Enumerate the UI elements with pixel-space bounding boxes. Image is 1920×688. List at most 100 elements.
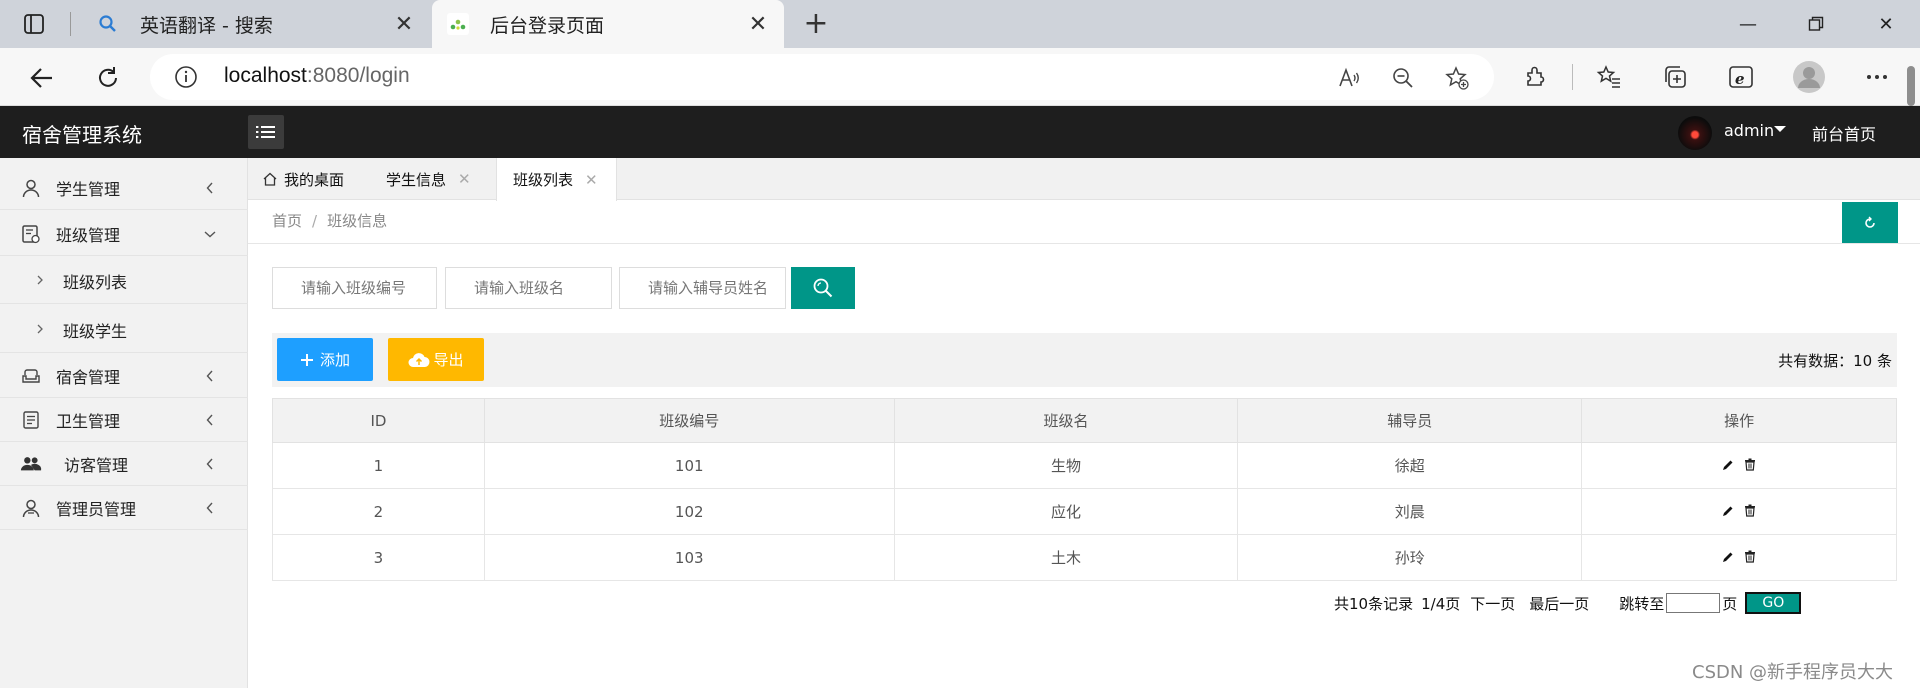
- sidebar-item-dorm[interactable]: 宿舍管理: [0, 354, 248, 398]
- admin-icon: [20, 497, 42, 519]
- export-button-label: 导出: [433, 351, 464, 369]
- users-icon: [20, 453, 42, 475]
- browser-toolbar: localhost:8080/login e: [0, 48, 1920, 154]
- edit-icon[interactable]: [1722, 549, 1734, 567]
- tab-class-list[interactable]: 班级列表 ✕: [496, 158, 617, 201]
- sidebar-item-class[interactable]: 班级管理: [0, 212, 248, 256]
- breadcrumb-current: 班级信息: [327, 212, 388, 230]
- sidebar-item-student[interactable]: 学生管理: [0, 166, 248, 210]
- tab-actions-icon[interactable]: [22, 12, 46, 36]
- restore-icon[interactable]: [1792, 8, 1840, 40]
- content-tab-bar: 我的桌面 学生信息 ✕ 班级列表 ✕: [248, 158, 1920, 201]
- url-text[interactable]: localhost:8080/login: [224, 64, 410, 88]
- class-icon: [20, 223, 42, 245]
- add-favorite-icon[interactable]: [1444, 65, 1470, 91]
- record-count: 共10条记录: [1334, 594, 1414, 613]
- search-button[interactable]: [791, 267, 855, 309]
- info-icon[interactable]: [174, 65, 198, 89]
- edit-icon[interactable]: [1722, 503, 1734, 521]
- browser-tab-login[interactable]: 后台登录页面 ✕: [432, 0, 784, 48]
- column-header-class-name: 班级名: [893, 398, 1239, 443]
- read-aloud-icon[interactable]: [1336, 65, 1362, 91]
- delete-icon[interactable]: [1744, 503, 1756, 521]
- total-count: 共有数据：10 条: [1778, 352, 1892, 370]
- cell-id: 2: [272, 488, 485, 535]
- class-number-input[interactable]: [272, 267, 437, 309]
- favorites-icon[interactable]: [1594, 62, 1624, 92]
- refresh-button[interactable]: [1842, 202, 1898, 243]
- chevron-right-icon: [36, 321, 48, 337]
- sidebar-item-label: 宿舍管理: [56, 367, 121, 387]
- collections-icon[interactable]: [1660, 62, 1690, 92]
- home-icon: [262, 171, 278, 187]
- avatar[interactable]: [1678, 116, 1712, 150]
- app-header: 宿舍管理系统 admin 前台首页: [0, 106, 1920, 158]
- user-name-menu[interactable]: admin: [1724, 121, 1774, 140]
- ie-mode-icon[interactable]: e: [1726, 62, 1756, 92]
- browser-tab-search[interactable]: 英语翻译 - 搜索 ✕: [82, 0, 430, 48]
- sidebar-item-label: 访客管理: [64, 455, 129, 475]
- back-icon[interactable]: [24, 60, 60, 96]
- chevron-left-icon: [202, 368, 218, 384]
- add-button-label: 添加: [319, 351, 350, 369]
- browser-tab-strip: 英语翻译 - 搜索 ✕ 后台登录页面 ✕ + — ✕: [0, 0, 1920, 48]
- column-header-class-number: 班级编号: [483, 398, 895, 443]
- pagination: 共10条记录 1/4页 下一页 最后一页 跳转至 页 GO: [1334, 592, 1802, 614]
- edit-icon[interactable]: [1722, 457, 1734, 475]
- address-bar[interactable]: localhost:8080/login: [150, 54, 1494, 100]
- chevron-right-icon: [36, 272, 48, 288]
- profile-avatar-icon[interactable]: [1792, 60, 1826, 94]
- svg-text:e: e: [1735, 70, 1745, 88]
- extensions-icon[interactable]: [1520, 62, 1550, 92]
- next-page-link[interactable]: 下一页: [1470, 593, 1515, 614]
- tab-label: 学生信息: [386, 170, 447, 189]
- chevron-left-icon: [202, 500, 218, 516]
- new-tab-icon[interactable]: +: [800, 8, 832, 40]
- cell-class-number: 101: [483, 442, 895, 489]
- reload-icon[interactable]: [90, 60, 126, 96]
- breadcrumb-home[interactable]: 首页: [272, 210, 302, 231]
- sidebar-item-visitor[interactable]: 访客管理: [0, 442, 248, 486]
- caret-down-icon[interactable]: [1774, 126, 1786, 132]
- tab-desktop[interactable]: 我的桌面: [262, 158, 344, 200]
- browser-tab-title: 英语翻译 - 搜索: [140, 14, 273, 37]
- counselor-name-input[interactable]: [619, 267, 786, 309]
- cloud-upload-icon: [408, 352, 430, 368]
- cell-class-name: 土木: [893, 534, 1239, 581]
- breadcrumb-separator: /: [312, 212, 318, 230]
- watermark: CSDN @新手程序员大大: [1692, 662, 1894, 683]
- sidebar-subitem-class-list[interactable]: 班级列表: [0, 256, 248, 304]
- close-icon[interactable]: ✕: [585, 171, 598, 189]
- sidebar-item-label: 卫生管理: [56, 411, 121, 431]
- delete-icon[interactable]: [1744, 549, 1756, 567]
- tab-student-info[interactable]: 学生信息 ✕: [386, 158, 471, 200]
- minimize-icon[interactable]: —: [1724, 8, 1772, 40]
- search-icon: [96, 12, 120, 36]
- sidebar-item-admin[interactable]: 管理员管理: [0, 486, 248, 530]
- browser-tab-title: 后台登录页面: [490, 14, 605, 37]
- go-button[interactable]: GO: [1745, 592, 1802, 614]
- sidebar-subitem-class-students[interactable]: 班级学生: [0, 305, 248, 353]
- jump-page-input[interactable]: [1666, 593, 1721, 613]
- sidebar-item-hygiene[interactable]: 卫生管理: [0, 398, 248, 442]
- cell-actions: [1581, 442, 1897, 489]
- class-table: ID 班级编号 班级名 辅导员 操作 1 101 生物 徐超 2 102 应化 …: [272, 398, 1897, 581]
- add-button[interactable]: 添加: [277, 338, 373, 381]
- close-icon[interactable]: ✕: [390, 10, 418, 38]
- window-close-icon[interactable]: ✕: [1862, 8, 1910, 40]
- delete-icon[interactable]: [1744, 457, 1756, 475]
- last-page-link[interactable]: 最后一页: [1529, 593, 1589, 614]
- class-name-input[interactable]: [445, 267, 612, 309]
- menu-toggle-button[interactable]: [248, 115, 284, 149]
- zoom-out-icon[interactable]: [1390, 65, 1416, 91]
- more-icon[interactable]: [1862, 62, 1892, 92]
- column-header-actions: 操作: [1581, 398, 1897, 443]
- cell-class-number: 103: [483, 534, 895, 581]
- table-row: 3 103 土木 孙玲: [272, 534, 1897, 581]
- jump-label: 跳转至: [1619, 594, 1665, 613]
- front-page-link[interactable]: 前台首页: [1812, 121, 1876, 145]
- export-button[interactable]: 导出: [388, 338, 484, 381]
- close-icon[interactable]: ✕: [458, 170, 471, 188]
- column-header-counselor: 辅导员: [1237, 398, 1583, 443]
- close-icon[interactable]: ✕: [744, 10, 772, 38]
